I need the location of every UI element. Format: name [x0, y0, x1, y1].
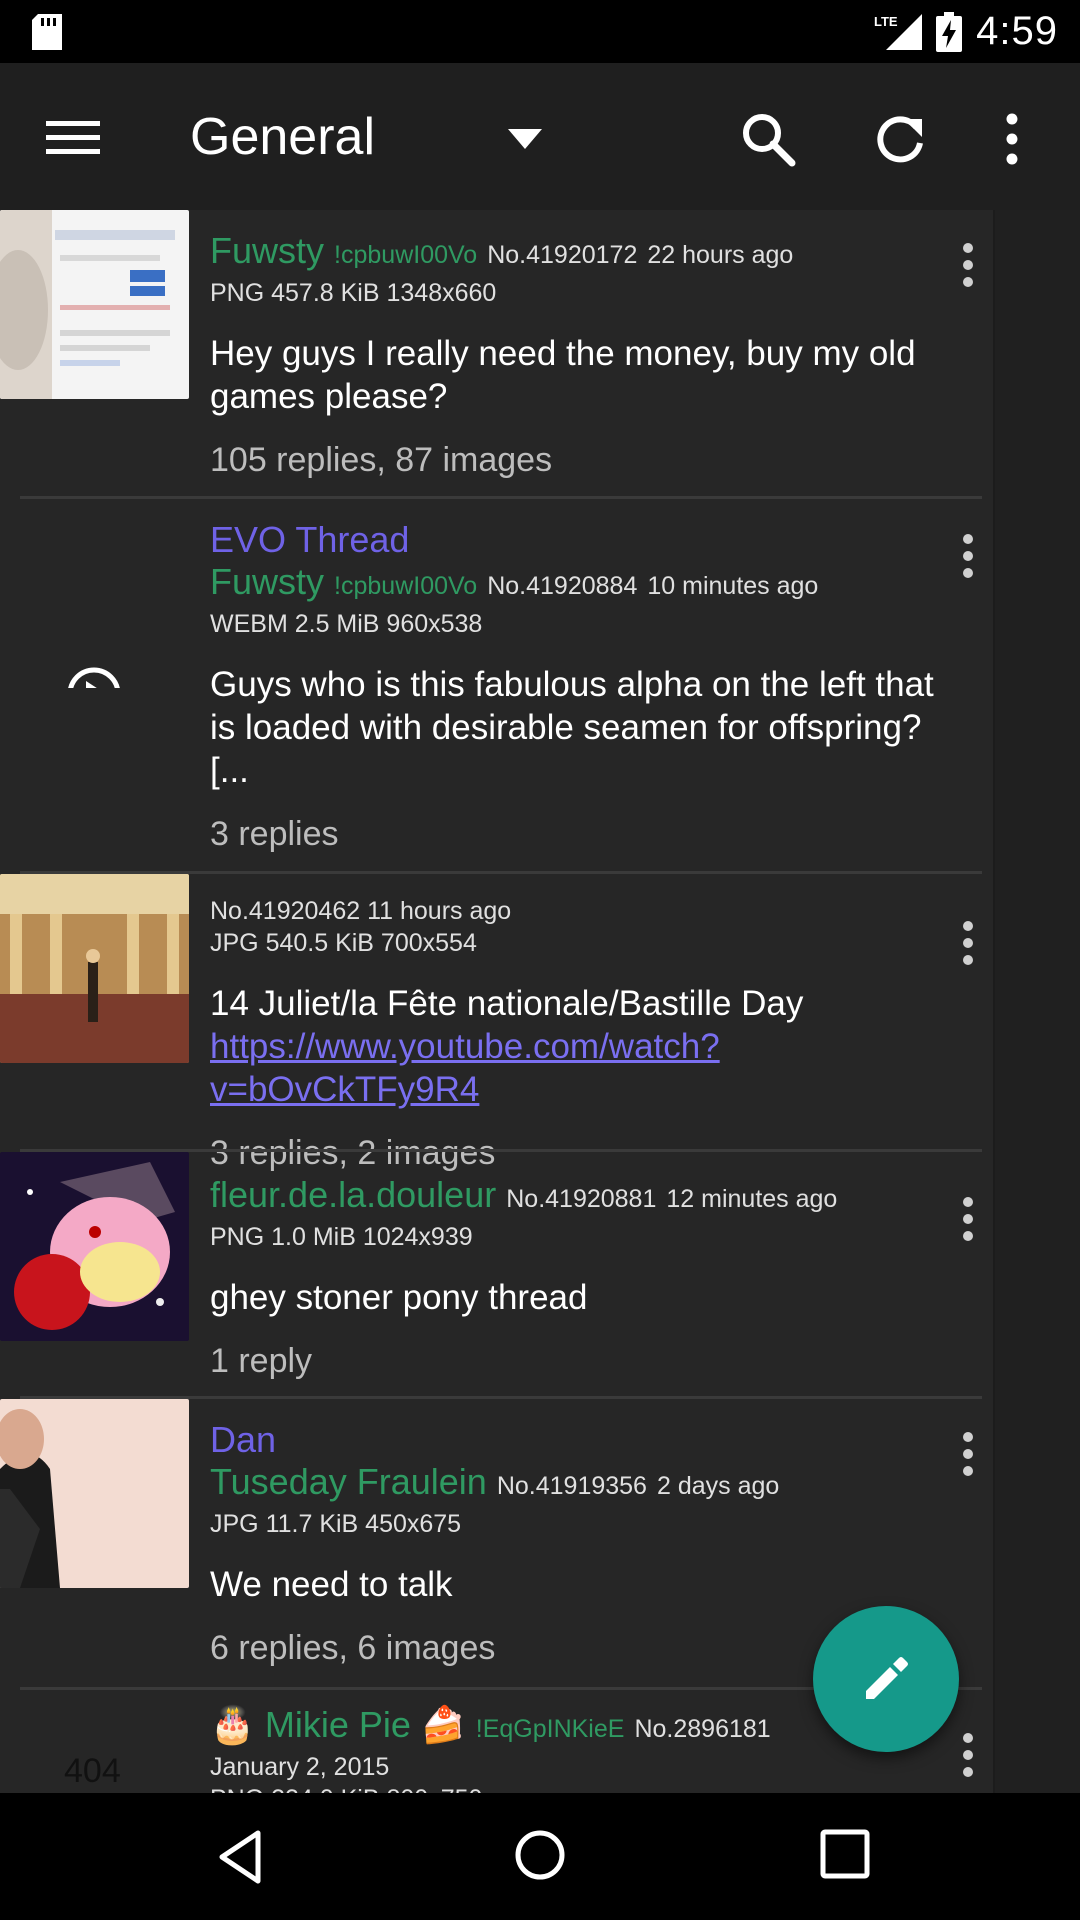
- thread-subject: EVO Thread: [210, 519, 410, 560]
- battery-charging-icon: [936, 11, 963, 52]
- poster-name: fleur.de.la.douleur: [210, 1174, 497, 1215]
- post-time: 12 minutes ago: [666, 1185, 838, 1213]
- screenshot-thumbnail-image: [0, 210, 189, 399]
- clock: 4:59: [976, 9, 1058, 53]
- search-icon[interactable]: [740, 111, 796, 167]
- thread-menu-icon[interactable]: [953, 1431, 983, 1477]
- pony-thumbnail-image: [0, 1152, 189, 1341]
- post-comment: Hey guys I really need the money, buy my…: [210, 334, 916, 416]
- refresh-icon[interactable]: [872, 111, 928, 167]
- post-number: No.41920172: [487, 241, 638, 269]
- thread-menu-icon[interactable]: [953, 1732, 982, 1778]
- app-bar: General: [0, 63, 1080, 210]
- more-options-icon[interactable]: [996, 111, 1028, 167]
- thread-thumbnail[interactable]: [0, 210, 189, 399]
- post-time: 22 hours ago: [647, 241, 794, 269]
- file-info: WEBM 2.5 MiB 960x538: [210, 610, 483, 638]
- post-comment: We need to talk: [210, 1565, 453, 1604]
- home-icon[interactable]: [512, 1827, 568, 1883]
- post-number: No.41920462: [210, 897, 361, 925]
- post-time: January 2, 2015: [210, 1753, 390, 1781]
- man-thumbnail-image: [0, 1399, 189, 1588]
- file-info: PNG 224.0 KiB 800x750: [210, 1784, 962, 1793]
- thread-menu-icon[interactable]: [953, 533, 983, 579]
- poster-name: Fuwsty: [210, 561, 325, 602]
- reply-count: 105 replies, 87 images: [210, 441, 553, 479]
- menu-icon[interactable]: [46, 117, 100, 157]
- board-title[interactable]: General: [190, 107, 375, 167]
- file-info: JPG 11.7 KiB 450x675: [210, 1510, 462, 1538]
- tripcode: !cpbuwI00Vo: [334, 572, 478, 600]
- lte-signal-icon: LTE: [874, 13, 923, 50]
- sd-card-icon: [32, 14, 62, 50]
- reply-count: 1 reply: [210, 1342, 313, 1380]
- thread-list[interactable]: Fuwsty !cpbuwI00Vo No.41920172 22 hours …: [0, 210, 1080, 1793]
- cake-emoji: 🎂: [210, 1704, 255, 1745]
- post-number: No.2896181: [634, 1715, 771, 1743]
- post-comment: 14 Juliet/la Fête nationale/Bastille Day: [210, 984, 804, 1023]
- post-time: 10 minutes ago: [647, 572, 819, 600]
- thread-thumbnail[interactable]: 404: [0, 1690, 189, 1793]
- cake-slice-emoji: 🍰: [420, 1704, 466, 1745]
- dropdown-arrow-icon[interactable]: [508, 129, 542, 149]
- svg-text:LTE: LTE: [874, 14, 898, 29]
- thread-card[interactable]: fleur.de.la.douleur No.41920881 12 minut…: [0, 1152, 982, 1398]
- thread-thumbnail[interactable]: [0, 499, 189, 688]
- poster-name: Tuseday Fraulein: [210, 1461, 487, 1502]
- side-gutter: [993, 210, 1080, 1793]
- recent-apps-icon[interactable]: [818, 1827, 872, 1881]
- post-comment: ghey stoner pony thread: [210, 1278, 588, 1317]
- thread-thumbnail[interactable]: [0, 1399, 189, 1588]
- thumbnail-404-text: 404: [64, 1752, 121, 1790]
- thread-menu-icon[interactable]: [953, 1196, 983, 1242]
- post-time: 11 hours ago: [367, 897, 512, 925]
- compose-button[interactable]: [813, 1606, 959, 1752]
- post-comment: Guys who is this fabulous alpha on the l…: [210, 665, 934, 790]
- thread-subject: Dan: [210, 1419, 277, 1460]
- thread-menu-icon[interactable]: [953, 242, 983, 288]
- poster-name: Fuwsty: [210, 230, 325, 271]
- thread-thumbnail[interactable]: [0, 874, 189, 1063]
- post-number: No.41920881: [506, 1185, 657, 1213]
- tripcode: !cpbuwI00Vo: [334, 241, 478, 269]
- navigation-bar: [0, 1793, 1080, 1920]
- thread-card[interactable]: Fuwsty !cpbuwI00Vo No.41920172 22 hours …: [0, 210, 982, 498]
- thread-thumbnail[interactable]: [0, 1152, 189, 1341]
- post-time: 2 days ago: [656, 1472, 780, 1500]
- thread-menu-icon[interactable]: [953, 920, 983, 966]
- play-icon: [68, 667, 120, 688]
- reply-count: 3 replies: [210, 815, 339, 853]
- back-icon[interactable]: [210, 1827, 270, 1887]
- ballroom-thumbnail-image: [0, 874, 189, 1063]
- youtube-link[interactable]: https://www.youtube.com/watch?v=bOvCkTFy…: [210, 1027, 720, 1109]
- file-info: JPG 540.5 KiB 700x554: [210, 929, 477, 957]
- tripcode: !EqGpINKieE: [475, 1715, 625, 1743]
- file-info: PNG 1.0 MiB 1024x939: [210, 1223, 473, 1251]
- status-bar: LTE 4:59: [0, 0, 1080, 63]
- file-info: PNG 457.8 KiB 1348x660: [210, 279, 497, 307]
- thread-card[interactable]: No.41920462 11 hours ago JPG 540.5 KiB 7…: [0, 874, 983, 1172]
- post-number: No.41919356: [496, 1472, 647, 1500]
- poster-name: Mikie Pie: [264, 1704, 411, 1745]
- thread-card[interactable]: EVO Thread Fuwsty !cpbuwI00Vo No.4192088…: [0, 499, 982, 873]
- post-number: No.41920884: [487, 572, 638, 600]
- pencil-icon: [866, 1657, 908, 1699]
